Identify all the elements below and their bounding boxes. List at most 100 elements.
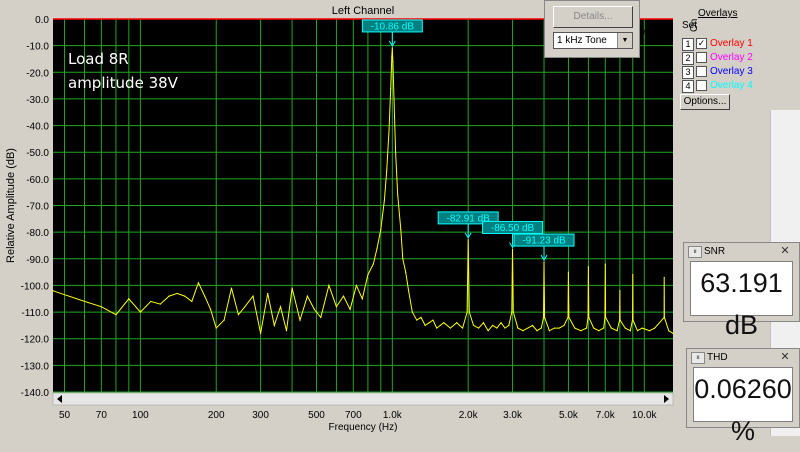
x-tick-label: 100 (132, 410, 149, 421)
data-point (449, 327, 451, 329)
data-point (252, 295, 254, 297)
data-point (273, 324, 275, 326)
data-point (472, 324, 475, 326)
data-point (335, 306, 338, 308)
tone-select[interactable]: 1 kHz Tone ▼ (553, 32, 633, 49)
close-icon[interactable]: ✕ (775, 351, 795, 363)
data-point (468, 311, 470, 313)
thd-value: 0.06260 % (693, 367, 793, 446)
data-point (568, 316, 570, 318)
data-point (654, 327, 656, 329)
data-point (367, 274, 369, 276)
chart-title: Left Channel (332, 5, 394, 17)
overlay-row[interactable]: 3 Overlay 3 (682, 66, 780, 79)
overlay-set-number[interactable]: 2 (682, 52, 694, 65)
overlay-checkbox[interactable] (696, 80, 707, 91)
snr-meter-title: SNR (704, 246, 726, 257)
thd-meter-window: ıı THD ✕ 0.06260 % (686, 348, 800, 446)
x-tick-label: 10.0k (632, 410, 657, 421)
data-point (672, 332, 674, 334)
x-tick-label: 200 (208, 410, 225, 421)
overlay-options-button[interactable]: Options... (680, 94, 730, 110)
data-point (397, 194, 399, 196)
x-axis-label: Frequency (Hz) (329, 422, 398, 433)
data-point (342, 295, 345, 297)
data-point (511, 311, 513, 313)
y-tick-label: -130.0 (21, 361, 50, 372)
marker-label: -10.86 dB (371, 21, 415, 32)
data-point (320, 316, 322, 318)
data-point (380, 228, 382, 231)
data-point (349, 308, 351, 311)
x-tick-label: 300 (252, 410, 269, 421)
data-point (267, 292, 269, 295)
data-point (663, 276, 665, 279)
data-point (500, 322, 502, 324)
data-point (439, 324, 441, 326)
data-point (508, 324, 510, 326)
data-point (527, 327, 529, 329)
data-point (100, 306, 102, 308)
overlay-set-number[interactable]: 3 (682, 66, 694, 79)
overlay-row[interactable]: 4 Overlay 4 (682, 80, 780, 93)
data-point (585, 327, 588, 329)
data-point (416, 319, 418, 321)
overlay-set-number[interactable]: 4 (682, 80, 694, 93)
data-point (482, 322, 485, 324)
data-point (299, 319, 301, 321)
data-point (197, 282, 200, 284)
y-tick-label: -50.0 (26, 148, 49, 159)
data-point (636, 330, 639, 332)
data-point (624, 327, 626, 329)
data-point (563, 324, 565, 326)
overlay-label: Overlay 1 (710, 38, 753, 49)
data-point (279, 306, 282, 308)
data-point (491, 324, 494, 326)
overlay-checkbox[interactable]: ✓ (696, 38, 707, 49)
data-point (150, 300, 152, 303)
overlay-set-number[interactable]: 1 (682, 38, 694, 51)
data-point (593, 327, 595, 329)
data-point (511, 248, 514, 251)
y-axis-label: Relative Amplitude (dB) (5, 148, 17, 263)
data-point (663, 316, 666, 318)
generator-panel: Details... 1 kHz Tone ▼ (544, 0, 640, 58)
data-point (391, 55, 393, 57)
x-tick-label: 500 (308, 410, 325, 421)
data-point (478, 327, 480, 329)
data-point (391, 47, 393, 49)
data-point (407, 290, 410, 292)
x-tick-label: 5.0k (559, 410, 579, 421)
data-point (603, 327, 605, 329)
close-icon[interactable]: ✕ (775, 245, 795, 257)
overlay-checkbox[interactable] (696, 66, 707, 77)
data-point (139, 311, 141, 313)
y-tick-label: -120.0 (21, 335, 50, 346)
y-tick-label: -20.0 (26, 68, 49, 79)
data-point (390, 87, 392, 89)
overlay-row[interactable]: 1 ✓ Overlay 1 (682, 38, 780, 51)
overlay-checkbox[interactable] (696, 52, 707, 63)
data-point (540, 327, 542, 329)
data-point (291, 287, 293, 289)
x-scrollbar[interactable] (52, 392, 674, 406)
y-tick-label: -140.0 (21, 388, 50, 399)
waveform-icon[interactable] (640, 18, 672, 42)
overlay-row[interactable]: 2 Overlay 2 (682, 52, 780, 65)
meter-icon: ıı (691, 352, 705, 364)
x-tick-label: 70 (96, 410, 108, 421)
data-point (432, 319, 434, 321)
data-point (632, 274, 634, 276)
data-point (376, 247, 378, 249)
data-point (512, 311, 514, 313)
data-point (619, 319, 621, 321)
data-point (558, 327, 560, 329)
spectrum-chart[interactable]: -10.86 dB-82.91 dB-86.50 dB-91.23 dBLoad… (0, 0, 680, 436)
marker-label: -91.23 dB (522, 236, 566, 247)
details-button[interactable]: Details... (553, 6, 633, 28)
data-point (553, 327, 556, 329)
chevron-down-icon[interactable]: ▼ (617, 33, 632, 48)
data-point (641, 327, 643, 329)
y-tick-label: -80.0 (26, 228, 49, 239)
y-tick-label: -30.0 (26, 95, 49, 106)
